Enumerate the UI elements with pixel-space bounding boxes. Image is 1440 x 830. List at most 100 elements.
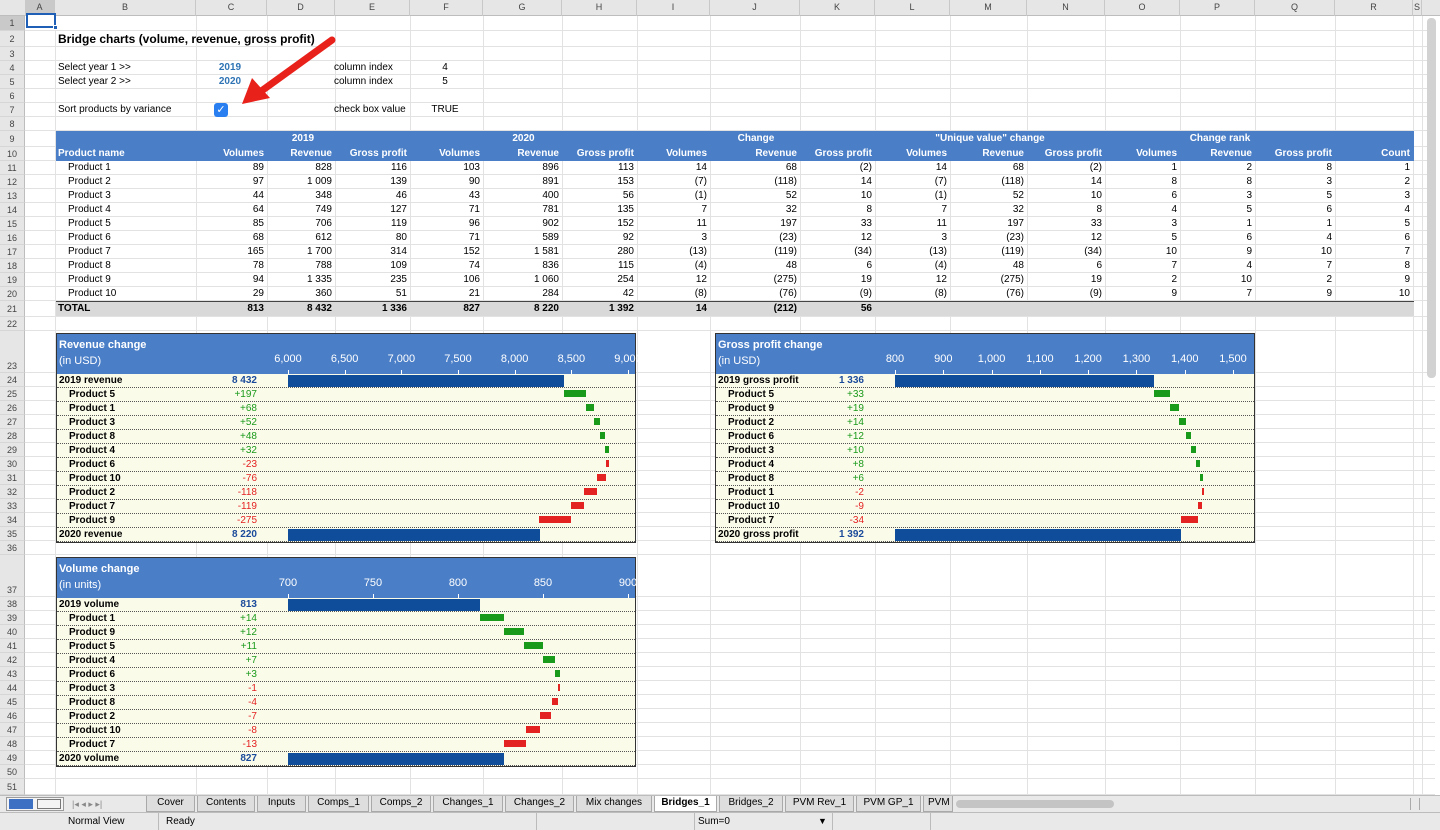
row-header-27[interactable]: 27 <box>0 415 25 429</box>
sheet-tab-changes_1[interactable]: Changes_1 <box>433 796 503 812</box>
column-header-o[interactable]: O <box>1105 0 1180 16</box>
row-header-29[interactable]: 29 <box>0 443 25 457</box>
row-header-3[interactable]: 3 <box>0 47 25 61</box>
row-header-16[interactable]: 16 <box>0 231 25 245</box>
row-header-12[interactable]: 12 <box>0 175 25 189</box>
row-header-23[interactable]: 23 <box>0 331 25 373</box>
row-header-20[interactable]: 20 <box>0 287 25 301</box>
row-header-4[interactable]: 4 <box>0 61 25 75</box>
row-header-25[interactable]: 25 <box>0 387 25 401</box>
sum-dropdown-icon[interactable]: ▼ <box>818 814 827 828</box>
row-header-28[interactable]: 28 <box>0 429 25 443</box>
column-header-s[interactable]: S <box>1413 0 1422 16</box>
row-header-47[interactable]: 47 <box>0 723 25 737</box>
column-header-q[interactable]: Q <box>1255 0 1335 16</box>
sheet-tab-inputs[interactable]: Inputs <box>257 796 306 812</box>
table-cell: 254 <box>617 274 634 285</box>
column-header-p[interactable]: P <box>1180 0 1255 16</box>
column-header-l[interactable]: L <box>875 0 950 16</box>
sum-indicator[interactable]: Sum=0 <box>698 815 730 829</box>
row-header-17[interactable]: 17 <box>0 245 25 259</box>
column-header-n[interactable]: N <box>1027 0 1105 16</box>
row-header-31[interactable]: 31 <box>0 471 25 485</box>
page-layout-icon[interactable] <box>37 799 61 809</box>
row-header-39[interactable]: 39 <box>0 611 25 625</box>
row-header-15[interactable]: 15 <box>0 217 25 231</box>
row-header-38[interactable]: 38 <box>0 597 25 611</box>
row-header-5[interactable]: 5 <box>0 75 25 89</box>
view-switcher[interactable] <box>6 797 64 811</box>
row-header-8[interactable]: 8 <box>0 117 25 131</box>
row-header-18[interactable]: 18 <box>0 259 25 273</box>
row-header-13[interactable]: 13 <box>0 189 25 203</box>
row-header-32[interactable]: 32 <box>0 485 25 499</box>
horizontal-scrollbar-thumb[interactable] <box>956 800 1114 808</box>
row-header-43[interactable]: 43 <box>0 667 25 681</box>
row-header-40[interactable]: 40 <box>0 625 25 639</box>
sheet-tab-comps_2[interactable]: Comps_2 <box>371 796 431 812</box>
row-header-7[interactable]: 7 <box>0 103 25 117</box>
active-cell-a1[interactable] <box>26 13 56 28</box>
row-header-14[interactable]: 14 <box>0 203 25 217</box>
row-header-49[interactable]: 49 <box>0 751 25 765</box>
row-header-10[interactable]: 10 <box>0 147 25 161</box>
row-header-9[interactable]: 9 <box>0 131 25 147</box>
sheet-tab-contents[interactable]: Contents <box>197 796 255 812</box>
column-header-j[interactable]: J <box>710 0 800 16</box>
row-header-30[interactable]: 30 <box>0 457 25 471</box>
table-cell: 44 <box>252 190 264 201</box>
row-header-21[interactable]: 21 <box>0 301 25 317</box>
table-cell-product: Product 2 <box>68 176 111 187</box>
row-header-26[interactable]: 26 <box>0 401 25 415</box>
sheet-tab-bridges_2[interactable]: Bridges_2 <box>719 796 783 812</box>
row-header-1[interactable]: 1 <box>0 16 25 31</box>
column-header-f[interactable]: F <box>410 0 483 16</box>
column-header-d[interactable]: D <box>267 0 335 16</box>
fill-handle[interactable] <box>53 25 58 30</box>
chart-subtitle: (in units) <box>59 579 102 591</box>
split-handle[interactable] <box>1410 798 1420 810</box>
sheet-tab-cover[interactable]: Cover <box>146 796 195 812</box>
row-header-48[interactable]: 48 <box>0 737 25 751</box>
column-header-c[interactable]: C <box>196 0 267 16</box>
row-header-44[interactable]: 44 <box>0 681 25 695</box>
row-header-11[interactable]: 11 <box>0 161 25 175</box>
sort-checkbox[interactable]: ✓ <box>214 103 228 117</box>
row-header-33[interactable]: 33 <box>0 499 25 513</box>
row-header-2[interactable]: 2 <box>0 31 25 47</box>
row-header-24[interactable]: 24 <box>0 373 25 387</box>
row-header-46[interactable]: 46 <box>0 709 25 723</box>
row-header-34[interactable]: 34 <box>0 513 25 527</box>
normal-view-icon[interactable] <box>9 799 33 809</box>
sheet-tab-pvm[interactable]: PVM <box>923 796 953 812</box>
tab-scroll-arrows-icon[interactable]: |◂ ◂ ▸ ▸| <box>72 797 102 811</box>
column-header-i[interactable]: I <box>637 0 710 16</box>
row-header-42[interactable]: 42 <box>0 653 25 667</box>
row-header-37[interactable]: 37 <box>0 555 25 597</box>
sheet-tab-mix-changes[interactable]: Mix changes <box>576 796 652 812</box>
row-header-19[interactable]: 19 <box>0 273 25 287</box>
row-header-41[interactable]: 41 <box>0 639 25 653</box>
column-header-h[interactable]: H <box>562 0 637 16</box>
table-cell: 828 <box>315 162 332 173</box>
column-header-g[interactable]: G <box>483 0 562 16</box>
row-header-6[interactable]: 6 <box>0 89 25 103</box>
column-header-r[interactable]: R <box>1335 0 1413 16</box>
row-header-51[interactable]: 51 <box>0 779 25 795</box>
column-header-e[interactable]: E <box>335 0 410 16</box>
sheet-tab-comps_1[interactable]: Comps_1 <box>308 796 369 812</box>
vertical-scrollbar-thumb[interactable] <box>1427 18 1436 378</box>
sheet-tab-pvm-gp_1[interactable]: PVM GP_1 <box>856 796 921 812</box>
row-header-22[interactable]: 22 <box>0 317 25 331</box>
row-header-35[interactable]: 35 <box>0 527 25 541</box>
table-cell: 14 <box>695 162 707 173</box>
row-header-50[interactable]: 50 <box>0 765 25 779</box>
sheet-tab-bridges_1[interactable]: Bridges_1 <box>654 796 717 812</box>
row-header-36[interactable]: 36 <box>0 541 25 555</box>
sheet-tab-pvm-rev_1[interactable]: PVM Rev_1 <box>785 796 854 812</box>
column-header-k[interactable]: K <box>800 0 875 16</box>
sheet-tab-changes_2[interactable]: Changes_2 <box>505 796 574 812</box>
column-header-m[interactable]: M <box>950 0 1027 16</box>
column-header-b[interactable]: B <box>55 0 196 16</box>
row-header-45[interactable]: 45 <box>0 695 25 709</box>
